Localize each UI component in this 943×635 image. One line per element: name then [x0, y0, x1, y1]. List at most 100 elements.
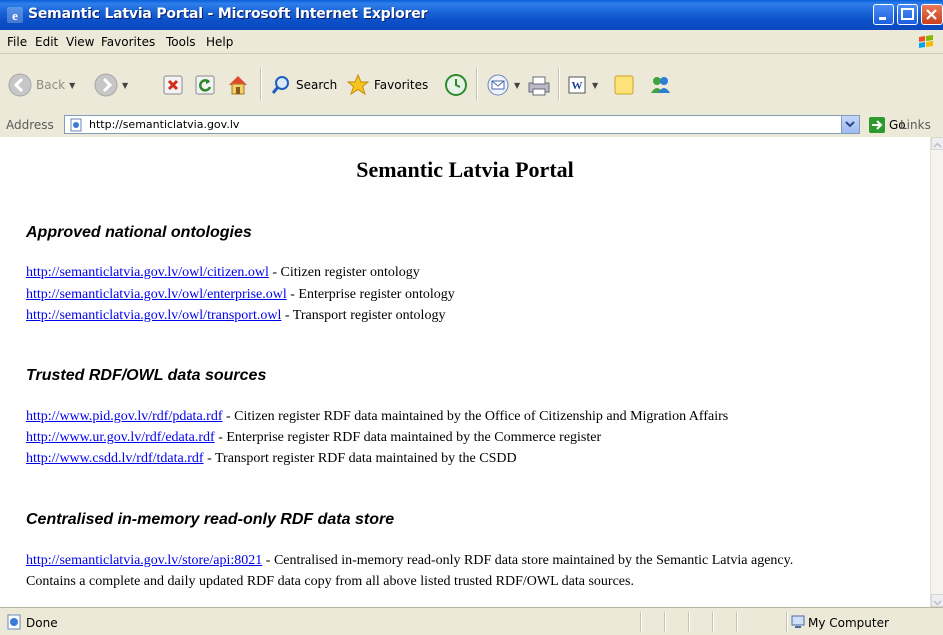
menu-favorites[interactable]: Favorites — [101, 35, 155, 49]
history-icon — [445, 74, 467, 96]
back-dropdown-icon[interactable]: ▼ — [69, 81, 75, 90]
item-description: - Centralised in-memory read-only RDF da… — [262, 553, 794, 568]
menu-edit[interactable]: Edit — [35, 35, 58, 49]
favorites-button[interactable]: Favorites — [346, 70, 428, 100]
forward-button[interactable]: ▼ — [94, 70, 128, 100]
item-continuation: Contains a complete and daily updated RD… — [26, 574, 634, 589]
data-source-link[interactable]: http://www.ur.gov.lv/rdf/edata.rdf — [26, 430, 215, 445]
refresh-button[interactable] — [194, 70, 216, 100]
item-description: - Citizen register ontology — [268, 265, 420, 280]
history-button[interactable] — [444, 70, 468, 100]
computer-icon — [791, 615, 805, 628]
forward-dropdown-icon[interactable]: ▼ — [122, 81, 128, 90]
window-title: Semantic Latvia Portal - Microsoft Inter… — [28, 6, 428, 22]
address-dropdown-button[interactable] — [841, 116, 859, 133]
page-content: Semantic Latvia Portal Approved national… — [0, 137, 930, 607]
address-label: Address — [6, 118, 54, 132]
svg-text:W: W — [572, 80, 583, 92]
print-button[interactable] — [526, 70, 552, 100]
search-label: Search — [296, 78, 338, 92]
mail-icon — [487, 74, 509, 96]
maximize-icon — [901, 8, 914, 20]
toolbar-separator — [558, 68, 560, 100]
status-divider — [712, 612, 714, 632]
standard-toolbar: Back ▼ ▼ Search Favorites ▼ W ▼ — [0, 54, 943, 114]
discuss-button[interactable] — [612, 70, 636, 100]
maximize-button[interactable] — [897, 4, 918, 25]
list-item: http://www.pid.gov.lv/rdf/pdata.rdf - Ci… — [26, 409, 728, 425]
menu-view[interactable]: View — [66, 35, 94, 49]
status-divider — [640, 612, 642, 632]
mail-button[interactable]: ▼ — [486, 70, 520, 100]
favorites-label: Favorites — [374, 78, 429, 92]
scroll-up-button[interactable] — [931, 137, 943, 150]
list-item: http://semanticlatvia.gov.lv/store/api:8… — [26, 553, 793, 569]
item-description: - Enterprise register RDF data maintaine… — [214, 430, 602, 445]
svg-text:e: e — [12, 8, 18, 23]
list-item: http://semanticlatvia.gov.lv/owl/citizen… — [26, 265, 420, 281]
status-divider — [786, 612, 788, 632]
security-zone: My Computer — [808, 616, 889, 630]
toolbar-separator — [476, 68, 478, 100]
ie-logo-icon: e — [7, 7, 23, 23]
ontology-link[interactable]: http://semanticlatvia.gov.lv/owl/enterpr… — [26, 287, 287, 302]
menu-help[interactable]: Help — [206, 35, 233, 49]
chevron-down-icon — [845, 121, 855, 128]
minimize-button[interactable] — [873, 4, 894, 25]
scroll-down-button[interactable] — [931, 594, 943, 607]
note-icon — [614, 75, 634, 95]
list-item: http://www.ur.gov.lv/rdf/edata.rdf - Ent… — [26, 430, 601, 446]
messenger-icon — [651, 77, 670, 93]
ie-window: e Semantic Latvia Portal - Microsoft Int… — [0, 0, 943, 635]
home-button[interactable] — [226, 70, 250, 100]
ontology-link[interactable]: http://semanticlatvia.gov.lv/owl/citizen… — [26, 265, 269, 280]
links-button[interactable]: Links — [900, 118, 931, 132]
go-arrow-icon — [869, 117, 885, 133]
address-field[interactable] — [64, 115, 860, 134]
mail-dropdown-icon[interactable]: ▼ — [514, 81, 520, 90]
status-divider — [688, 612, 690, 632]
item-description: - Transport register ontology — [281, 308, 446, 323]
address-bar: Address Go Links — [0, 113, 943, 138]
close-icon — [926, 9, 937, 20]
list-item: http://www.csdd.lv/rdf/tdata.rdf - Trans… — [26, 451, 517, 467]
chevron-up-icon — [933, 142, 942, 148]
status-divider — [664, 612, 666, 632]
data-source-link[interactable]: http://www.pid.gov.lv/rdf/pdata.rdf — [26, 409, 223, 424]
search-button[interactable]: Search — [270, 70, 337, 100]
minimize-icon — [879, 17, 886, 20]
section-heading: Centralised in-memory read-only RDF data… — [26, 511, 395, 528]
messenger-button[interactable] — [648, 70, 672, 100]
edit-button[interactable]: W ▼ — [566, 70, 598, 100]
ontology-link[interactable]: http://semanticlatvia.gov.lv/owl/transpo… — [26, 308, 281, 323]
back-button[interactable]: Back ▼ — [8, 70, 75, 100]
page-icon — [70, 118, 82, 132]
vertical-scrollbar[interactable] — [930, 137, 943, 607]
toolbar-separator — [260, 68, 262, 100]
menu-bar: File Edit View Favorites Tools Help — [0, 30, 943, 54]
menu-tools[interactable]: Tools — [166, 35, 196, 49]
stop-button[interactable] — [162, 70, 184, 100]
home-icon — [229, 76, 247, 95]
page-done-icon — [7, 614, 21, 630]
back-arrow-icon — [8, 73, 32, 97]
back-label: Back — [36, 78, 66, 92]
edit-dropdown-icon[interactable]: ▼ — [592, 81, 598, 90]
item-description: - Citizen register RDF data maintained b… — [222, 409, 729, 424]
section-heading: Approved national ontologies — [26, 224, 252, 241]
search-icon — [271, 76, 289, 94]
address-input[interactable] — [89, 117, 829, 132]
item-description: - Transport register RDF data maintained… — [203, 451, 517, 466]
printer-icon — [528, 76, 550, 96]
forward-arrow-icon — [94, 73, 118, 97]
page-title: Semantic Latvia Portal — [356, 157, 574, 182]
data-store-link[interactable]: http://semanticlatvia.gov.lv/store/api:8… — [26, 553, 262, 568]
status-bar: Done My Computer — [0, 607, 943, 635]
windows-flag-icon — [919, 35, 933, 48]
close-button[interactable] — [921, 4, 943, 25]
item-description: - Enterprise register ontology — [286, 287, 455, 302]
word-edit-icon: W — [568, 76, 586, 94]
menu-file[interactable]: File — [7, 35, 27, 49]
status-text: Done — [26, 616, 58, 630]
data-source-link[interactable]: http://www.csdd.lv/rdf/tdata.rdf — [26, 451, 204, 466]
